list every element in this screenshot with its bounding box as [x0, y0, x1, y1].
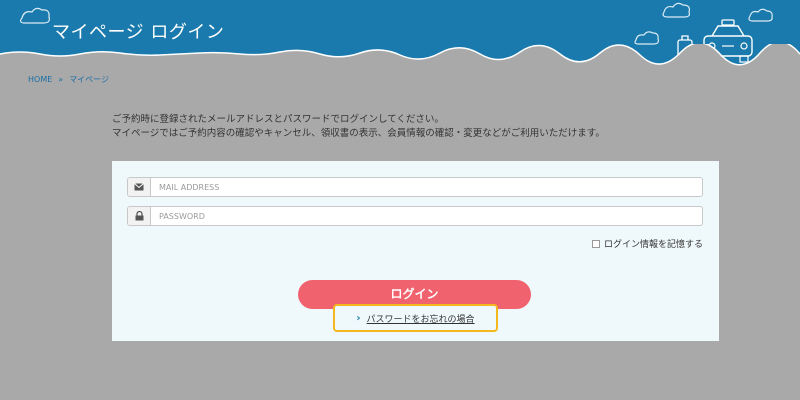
email-field	[127, 177, 703, 197]
password-field	[127, 206, 703, 226]
email-input[interactable]	[151, 178, 702, 196]
lock-icon	[128, 207, 151, 225]
remember-login[interactable]: ログイン情報を記憶する	[591, 237, 703, 250]
intro-line-2: マイページではご予約内容の確認やキャンセル、領収書の表示、会員情報の確認・変更な…	[112, 128, 605, 139]
login-panel: ログイン情報を記憶する ログイン › パスワードをお忘れの場合	[112, 161, 719, 341]
forgot-password-box: › パスワードをお忘れの場合	[333, 304, 498, 332]
chevron-right-icon: ›	[356, 312, 361, 324]
intro-line-1: ご予約時に登録されたメールアドレスとパスワードでログインしてください。	[112, 114, 444, 125]
remember-label: ログイン情報を記憶する	[603, 240, 703, 250]
breadcrumb: HOME » マイページ	[28, 74, 109, 85]
breadcrumb-mypage-link[interactable]: マイページ	[69, 74, 109, 85]
intro-text: ご予約時に登録されたメールアドレスとパスワードでログインしてください。 マイペー…	[112, 113, 605, 141]
envelope-icon	[128, 178, 151, 196]
password-input[interactable]	[151, 207, 702, 225]
breadcrumb-separator: »	[58, 75, 64, 84]
remember-checkbox[interactable]	[591, 239, 600, 248]
header-wave	[0, 44, 800, 66]
site-header: マイページ ログイン	[0, 0, 800, 66]
forgot-password-link[interactable]: パスワードをお忘れの場合	[367, 312, 475, 325]
breadcrumb-home-link[interactable]: HOME	[28, 75, 52, 84]
page-title: マイページ ログイン	[52, 22, 225, 43]
